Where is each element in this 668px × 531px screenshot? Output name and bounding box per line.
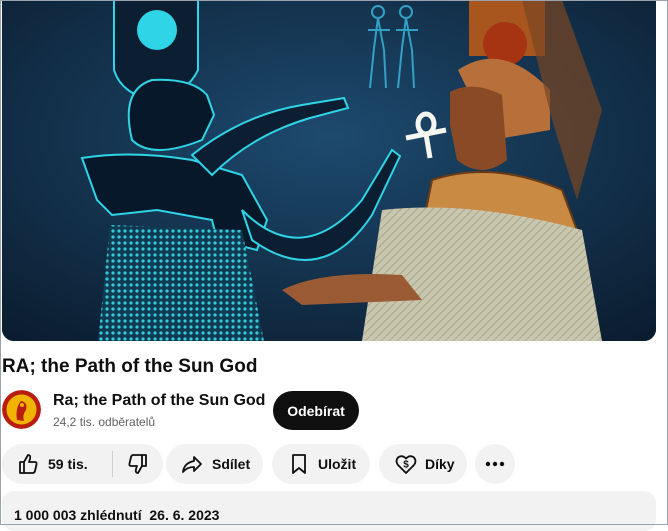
subscribe-button[interactable]: Odebírat [273, 391, 359, 430]
save-button[interactable]: Uložit [272, 444, 370, 484]
like-button[interactable]: 59 tis. [2, 444, 100, 484]
share-button[interactable]: Sdílet [166, 444, 263, 484]
svg-text:$: $ [403, 460, 409, 471]
bookmark-icon [292, 454, 306, 474]
thanks-label: Díky [425, 456, 455, 472]
share-arrow-icon [182, 456, 202, 473]
cobra-avatar-icon [2, 390, 41, 429]
save-label: Uložit [318, 456, 357, 472]
egyptian-scene-illustration [2, 0, 656, 341]
channel-name[interactable]: Ra; the Path of the Sun God [53, 392, 265, 410]
description-box[interactable]: 1 000 003 zhlédnutí 26. 6. 2023 [2, 491, 656, 531]
view-count: 1 000 003 zhlédnutí [14, 507, 142, 523]
description-meta: 1 000 003 zhlédnutí 26. 6. 2023 [14, 507, 219, 523]
more-horizontal-icon [485, 461, 505, 467]
video-title: RA; the Path of the Sun God [2, 356, 258, 377]
channel-avatar[interactable] [2, 390, 41, 429]
thanks-button[interactable]: $ Díky [379, 444, 467, 484]
subscriber-count: 24,2 tis. odběratelů [53, 415, 156, 429]
more-actions-button[interactable] [475, 444, 515, 484]
like-dislike-group: 59 tis. [2, 444, 163, 484]
thumbs-up-icon [19, 454, 38, 474]
video-player[interactable] [2, 0, 656, 341]
thumbs-down-icon [128, 454, 147, 474]
like-count: 59 tis. [48, 456, 88, 472]
upload-date: 26. 6. 2023 [149, 507, 220, 523]
dollar-heart-icon: $ [395, 455, 417, 474]
share-label: Sdílet [212, 456, 251, 472]
dislike-button[interactable] [113, 444, 163, 484]
